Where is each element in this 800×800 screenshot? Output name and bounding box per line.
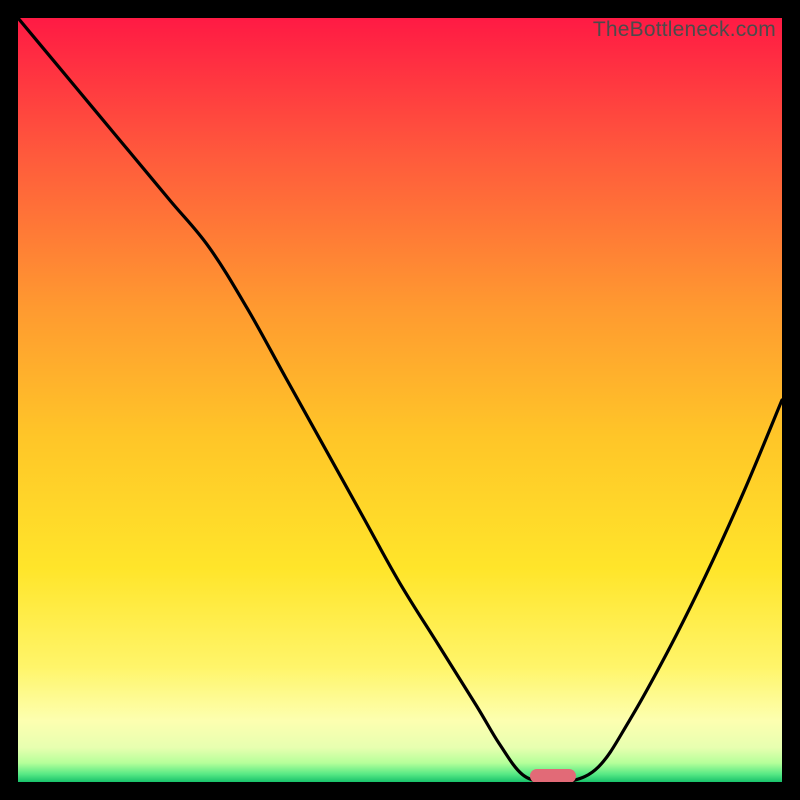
chart-container: TheBottleneck.com	[0, 0, 800, 800]
watermark-label: TheBottleneck.com	[593, 18, 776, 42]
highlight-marker	[530, 769, 576, 782]
curve-line	[18, 18, 782, 782]
plot-area: TheBottleneck.com	[18, 18, 782, 782]
